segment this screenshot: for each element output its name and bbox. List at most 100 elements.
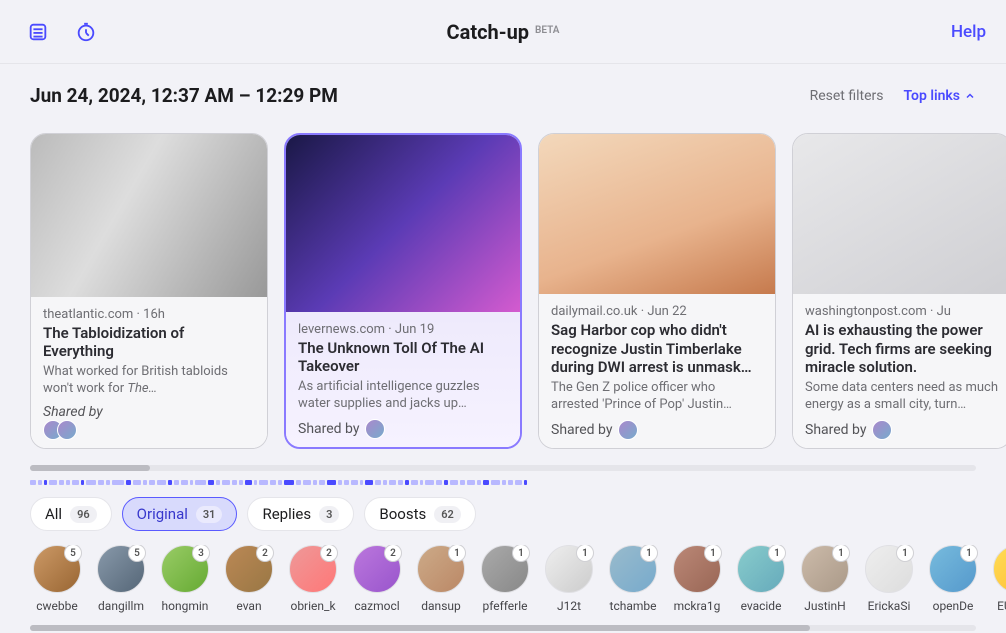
filter-boosts[interactable]: Boosts 62 — [364, 497, 475, 531]
sharer-avatar — [57, 420, 77, 440]
post-count-badge: 1 — [576, 545, 594, 562]
people-scrollbar[interactable] — [30, 625, 976, 631]
timeline-segment — [86, 480, 96, 485]
person-item[interactable]: 1pfefferle — [478, 545, 532, 613]
avatar: 1 — [865, 545, 913, 593]
person-item[interactable]: 1J12t — [542, 545, 596, 613]
timeline-segment — [66, 480, 70, 485]
person-item[interactable]: 1tchambe — [606, 545, 660, 613]
person-item[interactable]: 5cwebbe — [30, 545, 84, 613]
link-card[interactable]: theatlantic.com · 16hThe Tabloidization … — [30, 133, 268, 449]
link-card[interactable]: washingtonpost.com · JuAI is exhausting … — [792, 133, 1006, 449]
title-text: Catch-up — [447, 20, 530, 44]
card-body: washingtonpost.com · JuAI is exhausting … — [793, 294, 1006, 448]
link-card[interactable]: levernews.com · Jun 19The Unknown Toll O… — [284, 133, 522, 449]
person-item[interactable]: 5 dangillm — [94, 545, 148, 613]
timeline-segment — [44, 480, 47, 485]
card-desc: The Gen Z police officer who arrested 'P… — [551, 380, 763, 414]
card-shared: Shared by — [43, 398, 255, 440]
avatar: 1 — [801, 545, 849, 593]
header: Catch-up BETA Help — [0, 0, 1006, 64]
person-item[interactable]: 3hongmin — [158, 545, 212, 613]
person-item[interactable]: 1mckra1g — [670, 545, 724, 613]
person-name: mckra1g — [668, 599, 726, 613]
timeline-segment — [168, 480, 172, 485]
avatar: 1 — [929, 545, 977, 593]
reset-filters[interactable]: Reset filters — [810, 88, 884, 104]
timeline-segment — [254, 480, 257, 485]
timeline-segment — [59, 480, 64, 485]
timeline-segment — [338, 480, 342, 485]
page-title: Catch-up BETA — [447, 20, 560, 44]
timeline-segment — [296, 480, 301, 485]
timeline-segment — [174, 480, 179, 485]
filter-all-label: All — [45, 505, 62, 523]
link-card[interactable]: dailymail.co.uk · Jun 22Sag Harbor cop w… — [538, 133, 776, 449]
people-scrollbar-thumb[interactable] — [30, 625, 810, 631]
avatar: 5 — [97, 545, 145, 593]
timer-icon[interactable] — [68, 14, 104, 50]
card-shared: Shared by — [805, 414, 999, 440]
chevron-up-icon — [964, 90, 976, 102]
person-item[interactable]: 2evan — [222, 545, 276, 613]
person-item[interactable]: 1 dansup — [414, 545, 468, 613]
sharer-avatar — [872, 420, 892, 440]
timeline-segment — [303, 480, 311, 485]
timeline-segment — [351, 480, 358, 485]
avatar: 1 — [545, 545, 593, 593]
time-range: Jun 24, 2024, 12:37 AM – 12:29 PM — [30, 84, 338, 107]
timeline-segment — [284, 480, 294, 485]
cards-scrollbar[interactable] — [30, 465, 976, 471]
timeline-segment — [181, 480, 188, 485]
timeline-segment — [365, 480, 373, 485]
card-image — [793, 134, 1006, 294]
sharer-avatars — [365, 419, 385, 439]
cards-scrollbar-thumb[interactable] — [30, 465, 150, 471]
timeline-segment — [239, 480, 243, 485]
sharer-avatars — [872, 420, 892, 440]
person-item[interactable]: 2cazmocl — [350, 545, 404, 613]
filter-original-count: 31 — [196, 506, 223, 523]
list-icon[interactable] — [20, 14, 56, 50]
card-desc: What worked for British tabloids won't w… — [43, 364, 255, 398]
avatar: 2 — [353, 545, 401, 593]
avatar: 1 — [481, 545, 529, 593]
help-link[interactable]: Help — [951, 22, 986, 42]
filter-boosts-label: Boosts — [379, 505, 426, 523]
filter-all[interactable]: All 96 — [30, 497, 112, 531]
timeline-segment — [190, 480, 193, 485]
activity-timeline[interactable] — [30, 479, 976, 485]
person-name: cwebbe — [28, 599, 86, 613]
timeline-segment — [81, 480, 84, 485]
person-item[interactable]: 1openDe — [926, 545, 980, 613]
person-item[interactable]: 1ErickaSi — [862, 545, 916, 613]
timeline-segment — [72, 480, 79, 485]
person-name: dangillm — [92, 599, 150, 613]
post-count-badge: 2 — [320, 545, 338, 562]
timeline-segment — [467, 480, 475, 485]
timeline-segment — [444, 480, 448, 485]
post-count-badge: 2 — [384, 545, 402, 562]
timeline-segment — [38, 480, 42, 485]
person-name: obrien_k — [284, 599, 342, 613]
filter-replies[interactable]: Replies 3 — [247, 497, 354, 531]
person-item[interactable]: 2 obrien_k — [286, 545, 340, 613]
subheader: Jun 24, 2024, 12:37 AM – 12:29 PM Reset … — [0, 64, 1006, 117]
timeline-segment — [420, 480, 423, 485]
person-item[interactable]: 1JustinH — [798, 545, 852, 613]
post-count-badge: 1 — [448, 545, 466, 562]
card-meta: theatlantic.com · 16h — [43, 307, 255, 322]
card-body: theatlantic.com · 16hThe Tabloidization … — [31, 297, 267, 448]
person-item[interactable]: 1evacide — [734, 545, 788, 613]
filter-original[interactable]: Original 31 — [122, 497, 238, 531]
timeline-segment — [344, 480, 349, 485]
person-item[interactable]: 1EUCom — [990, 545, 1006, 613]
timeline-segment — [222, 480, 230, 485]
timeline-segment — [259, 480, 268, 485]
person-name: dansup — [412, 599, 470, 613]
shared-by-label: Shared by — [551, 422, 612, 438]
person-name: evan — [220, 599, 278, 613]
sharer-avatars — [43, 420, 103, 440]
avatar: 1 — [417, 545, 465, 593]
top-links-toggle[interactable]: Top links — [904, 88, 977, 104]
